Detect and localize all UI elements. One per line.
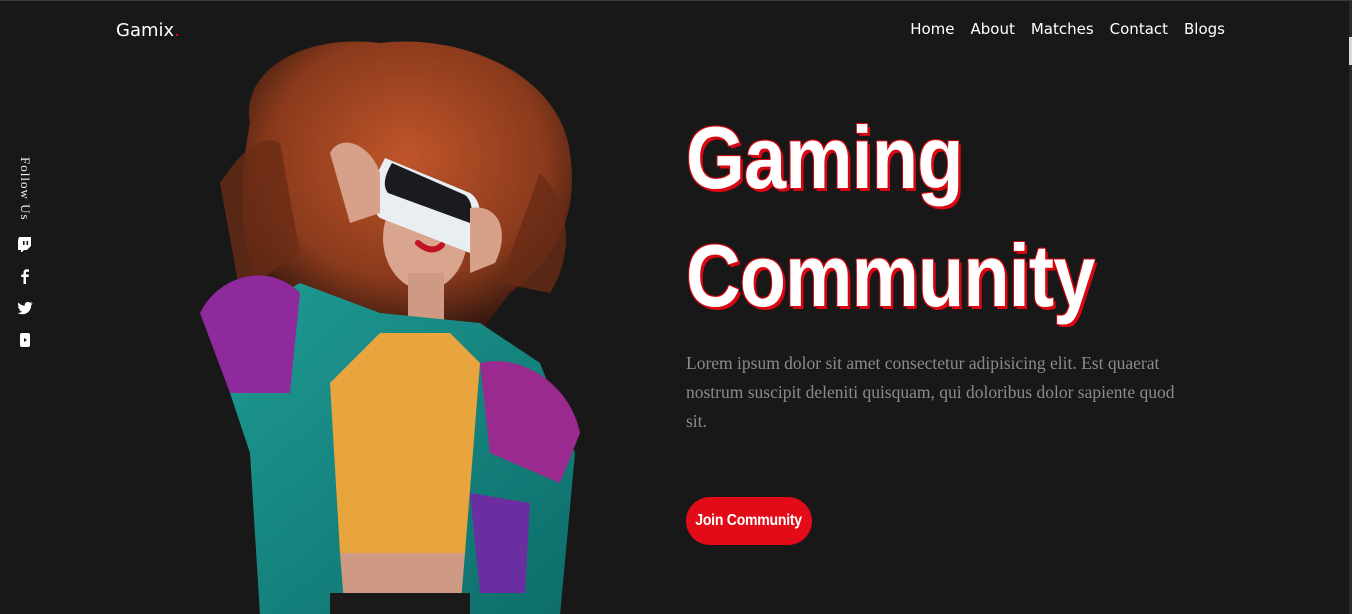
- twitch-icon[interactable]: [16, 235, 34, 253]
- brand-name: Gamix: [116, 20, 175, 41]
- nav-matches[interactable]: Matches: [1031, 20, 1094, 38]
- hero-description: Lorem ipsum dolor sit amet consectetur a…: [686, 353, 1175, 431]
- hero-title: Gaming Community: [686, 99, 1095, 335]
- join-community-button[interactable]: Join Community: [686, 497, 812, 545]
- follow-rail: Follow Us: [13, 157, 37, 349]
- hero-title-line2: Community: [686, 226, 1095, 325]
- nav-blogs[interactable]: Blogs: [1184, 20, 1225, 38]
- facebook-icon[interactable]: [16, 267, 34, 285]
- nav-menu: Home About Matches Contact Blogs: [910, 20, 1225, 39]
- twitter-icon[interactable]: [16, 299, 34, 317]
- follow-label: Follow Us: [18, 157, 33, 221]
- join-community-label: Join Community: [695, 512, 803, 529]
- brand-logo[interactable]: Gamix.: [116, 20, 180, 41]
- youtube-icon[interactable]: [16, 331, 34, 349]
- nav-about[interactable]: About: [970, 20, 1014, 38]
- nav-contact[interactable]: Contact: [1110, 20, 1168, 38]
- hero-title-line1: Gaming: [686, 108, 963, 207]
- nav-home[interactable]: Home: [910, 20, 954, 38]
- hero-image-vr-woman: [180, 33, 600, 614]
